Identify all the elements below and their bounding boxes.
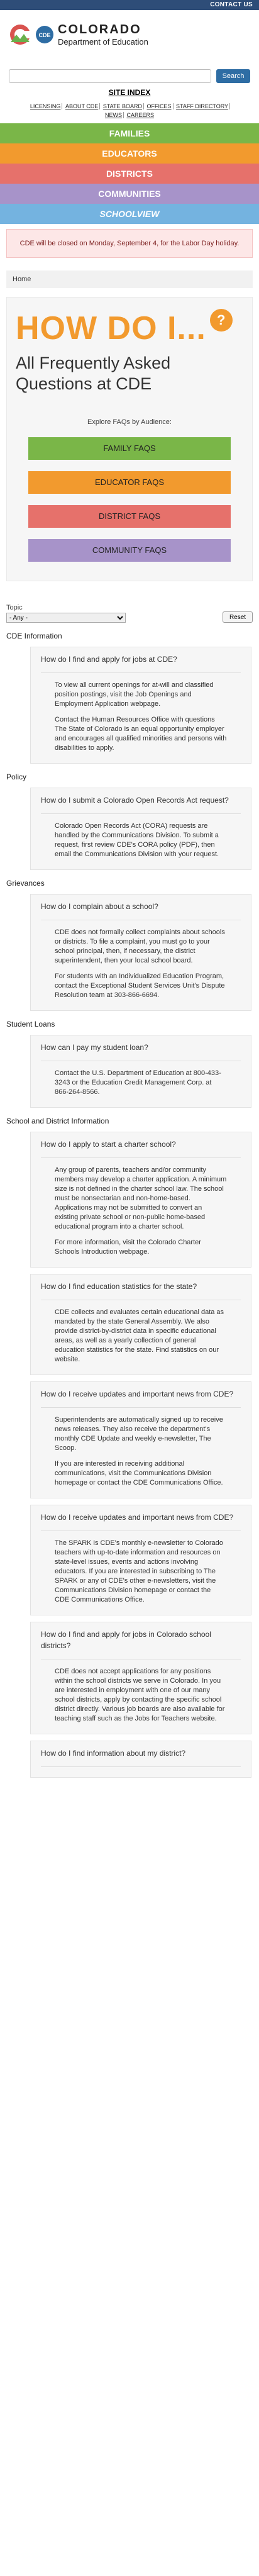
search-input[interactable]: [9, 69, 211, 83]
faq-card: How do I find information about my distr…: [30, 1741, 251, 1778]
colorado-c-logo-icon: [10, 25, 31, 45]
faq-answer: CDE does not accept applications for any…: [41, 1659, 241, 1724]
faq-question[interactable]: How do I apply to start a charter school…: [41, 1139, 241, 1158]
section-title: Student Loans: [6, 1020, 55, 1029]
logo-title: COLORADO: [58, 23, 141, 36]
faq-question[interactable]: How do I find education statistics for t…: [41, 1281, 241, 1300]
faq-answer-paragraph: Contact the Human Resources Office with …: [55, 716, 227, 752]
faq-card: How do I apply to start a charter school…: [30, 1132, 251, 1268]
reset-button[interactable]: Reset: [223, 611, 253, 623]
search-bar: Search: [0, 69, 259, 83]
util-link-offices[interactable]: OFFICES: [145, 103, 174, 109]
faq-answer-paragraph: Colorado Open Records Act (CORA) request…: [55, 822, 219, 858]
cde-logo[interactable]: CDE COLORADO Department of Education: [9, 23, 148, 47]
educator-faqs-button[interactable]: EDUCATOR FAQS: [28, 471, 231, 494]
faq-question[interactable]: How do I find and apply for jobs at CDE?: [41, 654, 241, 673]
breadcrumb-home[interactable]: Home: [13, 276, 31, 283]
faq-answer: Contact the U.S. Department of Education…: [41, 1061, 241, 1097]
faq-question[interactable]: How do I receive updates and important n…: [41, 1512, 241, 1531]
faq-question[interactable]: How do I complain about a school?: [41, 901, 241, 920]
faq-answer-paragraph: For more information, visit the Colorado…: [55, 1239, 201, 1256]
faq-question[interactable]: How do I find and apply for jobs in Colo…: [41, 1629, 241, 1659]
contact-us-link[interactable]: CONTACT US: [210, 1, 253, 8]
faq-hero: HOW DO I... ? All Frequently Asked Quest…: [6, 297, 253, 581]
faq-question[interactable]: How do I find information about my distr…: [41, 1748, 241, 1767]
question-bubble-icon: ?: [209, 309, 233, 332]
top-bar: CONTACT US: [0, 0, 259, 10]
faq-card: How do I submit a Colorado Open Records …: [30, 788, 251, 870]
faq-answer-paragraph: If you are interested in receiving addit…: [55, 1460, 223, 1486]
faq-answer: The SPARK is CDE's monthly e-newsletter …: [41, 1531, 241, 1605]
faq-answer-paragraph: CDE collects and evaluates certain educa…: [55, 1308, 224, 1363]
search-button[interactable]: Search: [216, 69, 250, 83]
nav-districts[interactable]: DISTRICTS: [0, 164, 259, 184]
nav-educators[interactable]: EDUCATORS: [0, 143, 259, 164]
nav-families[interactable]: FAMILIES: [0, 123, 259, 143]
faq-answer-paragraph: Contact the U.S. Department of Education…: [55, 1069, 221, 1096]
faq-card: How do I receive updates and important n…: [30, 1381, 251, 1498]
faq-answer-paragraph: CDE does not formally collect complaints…: [55, 928, 225, 964]
nav-communities[interactable]: COMMUNITIES: [0, 184, 259, 204]
breadcrumb: Home: [6, 270, 253, 288]
util-link-state-board[interactable]: STATE BOARD: [101, 103, 144, 109]
nav-schoolview[interactable]: SCHOOLVIEW: [0, 204, 259, 224]
audience-nav: FAMILIES EDUCATORS DISTRICTS COMMUNITIES…: [0, 123, 259, 224]
explore-label: Explore FAQs by Audience:: [87, 418, 172, 426]
logo-subtitle: Department of Education: [58, 37, 148, 47]
family-faqs-button[interactable]: FAMILY FAQS: [28, 437, 231, 460]
faq-card: How can I pay my student loan? Contact th…: [30, 1035, 251, 1108]
faq-answer: CDE collects and evaluates certain educa…: [41, 1300, 241, 1364]
faq-answer: Superintendents are automatically signed…: [41, 1408, 241, 1488]
faq-question[interactable]: How can I pay my student loan?: [41, 1042, 241, 1061]
faq-question[interactable]: How do I receive updates and important n…: [41, 1388, 241, 1408]
faq-answer: CDE does not formally collect complaints…: [41, 920, 241, 1000]
site-index: SITE INDEX: [0, 88, 259, 97]
svg-text:CDE: CDE: [38, 32, 50, 38]
util-link-staff-directory[interactable]: STAFF DIRECTORY: [175, 103, 231, 109]
util-link-careers[interactable]: CAREERS: [126, 112, 156, 118]
site-header: CDE COLORADO Department of Education: [0, 10, 259, 59]
faq-question[interactable]: How do I submit a Colorado Open Records …: [41, 795, 241, 814]
page-title: All Frequently Asked Questions at CDE: [16, 354, 171, 393]
district-faqs-button[interactable]: DISTRICT FAQS: [28, 505, 231, 528]
faq-answer-paragraph: Any group of parents, teachers and/or co…: [55, 1166, 227, 1230]
faq-answer: Colorado Open Records Act (CORA) request…: [41, 814, 241, 859]
section-title: Grievances: [6, 879, 45, 888]
faq-card: How do I complain about a school? CDE doe…: [30, 894, 251, 1011]
faq-answer-paragraph: To view all current openings for at-will…: [55, 681, 214, 708]
faq-answer: Any group of parents, teachers and/or co…: [41, 1158, 241, 1257]
community-faqs-button[interactable]: COMMUNITY FAQS: [28, 539, 231, 562]
section-title: Policy: [6, 772, 27, 781]
faq-list: CDE Information How do I find and apply f…: [0, 632, 259, 1778]
utility-links: LICENSING ABOUT CDE STATE BOARD OFFICES …: [0, 102, 259, 120]
faq-answer-paragraph: Superintendents are automatically signed…: [55, 1416, 223, 1452]
util-link-news[interactable]: NEWS: [103, 112, 124, 118]
topic-label: Topic: [6, 604, 23, 611]
how-do-i-heading: HOW DO I...: [16, 310, 206, 347]
faq-card: How do I find and apply for jobs at CDE?…: [30, 647, 251, 764]
topic-select[interactable]: - Any -: [6, 613, 126, 623]
section-title: CDE Information: [6, 632, 62, 640]
site-index-link[interactable]: SITE INDEX: [109, 88, 151, 97]
util-link-licensing[interactable]: LICENSING: [28, 103, 63, 109]
faq-answer-paragraph: The SPARK is CDE's monthly e-newsletter …: [55, 1539, 223, 1603]
faq-card: How do I find and apply for jobs in Colo…: [30, 1622, 251, 1734]
faq-answer-paragraph: For students with an Individualized Educ…: [55, 973, 225, 999]
faq-card: How do I find education statistics for t…: [30, 1274, 251, 1375]
closure-alert: CDE will be closed on Monday, September …: [6, 229, 253, 258]
cde-seal-icon: CDE: [36, 26, 53, 43]
faq-answer: To view all current openings for at-will…: [41, 673, 241, 753]
section-title: School and District Information: [6, 1117, 109, 1125]
topic-filter: Topic - Any - Reset: [0, 581, 259, 623]
util-link-about[interactable]: ABOUT CDE: [63, 103, 101, 109]
faq-card: How do I receive updates and important n…: [30, 1505, 251, 1615]
faq-answer-paragraph: CDE does not accept applications for any…: [55, 1668, 225, 1722]
